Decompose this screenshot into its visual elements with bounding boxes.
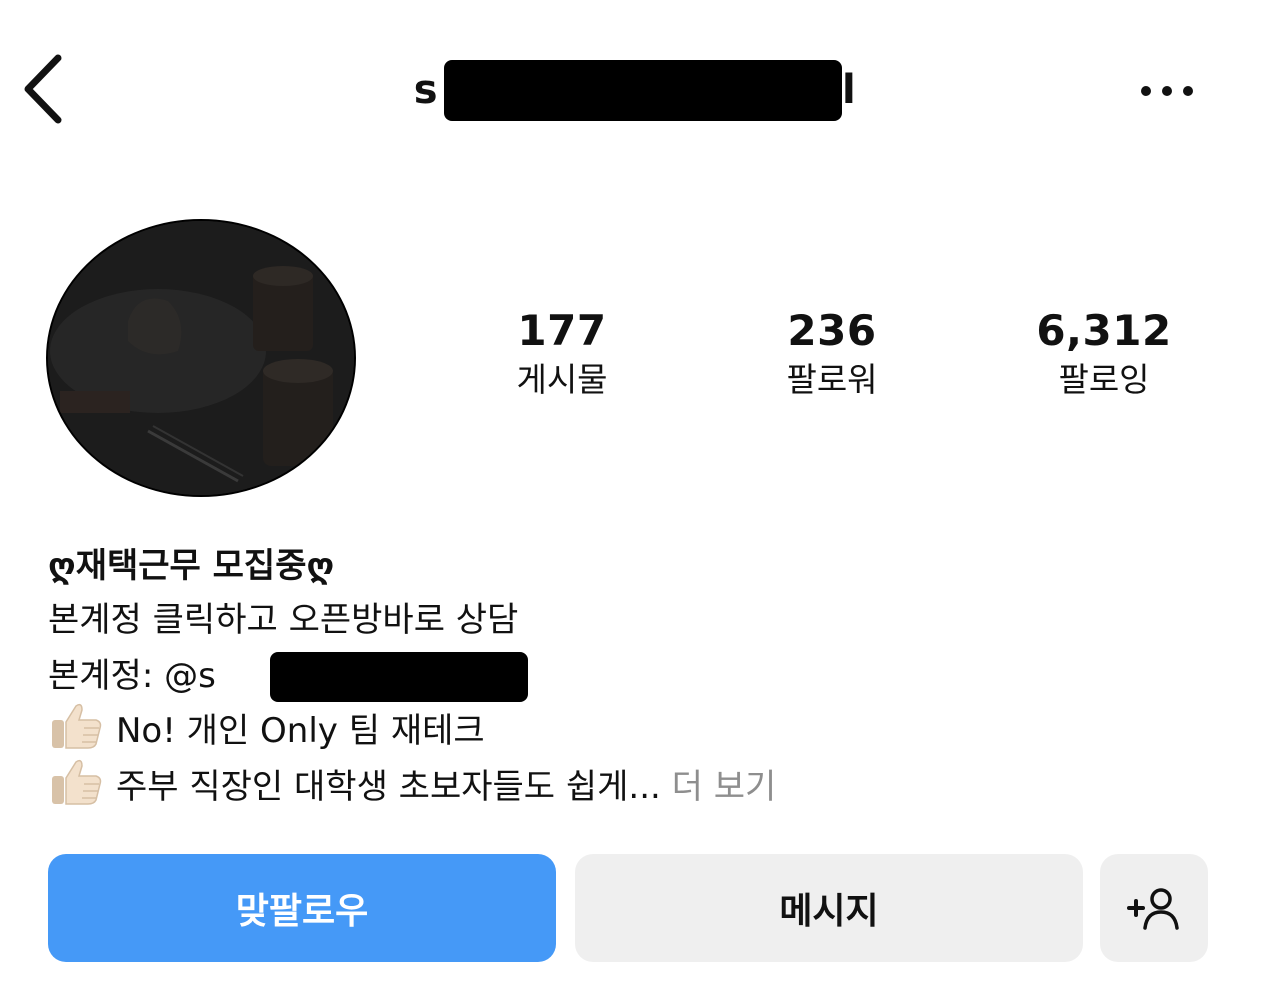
message-button[interactable]: 메시지 <box>575 854 1083 962</box>
posts-label: 게시물 <box>516 360 608 399</box>
username-title: sl <box>0 58 1270 122</box>
bio-line: 주부 직장인 대학생 초보자들도 쉽게... 더 보기 <box>48 756 776 815</box>
handle-redaction <box>270 652 528 702</box>
stat-posts[interactable]: 177 게시물 <box>452 302 672 400</box>
username-end: l <box>842 67 857 113</box>
profile-avatar[interactable] <box>46 219 356 497</box>
add-person-icon <box>1127 888 1179 930</box>
bio-main-account-text: 본계정: @s <box>48 656 216 696</box>
following-label: 팔로잉 <box>1058 360 1150 399</box>
thumbs-up-icon <box>52 703 102 749</box>
bio-line4-text: 주부 직장인 대학생 초보자들도 쉽게... <box>116 767 661 807</box>
stat-following[interactable]: 6,312 팔로잉 <box>994 302 1214 400</box>
suggested-people-button[interactable] <box>1100 854 1208 962</box>
see-more-link[interactable]: 더 보기 <box>672 767 777 807</box>
profile-display-name: ღ재택근무 모집중ღ <box>48 546 335 586</box>
bio-main-account-line[interactable]: 본계정: @s <box>48 648 528 704</box>
thumbs-up-icon <box>52 759 102 805</box>
followers-count: 236 <box>787 306 877 355</box>
bio-line3-text: No! 개인 Only 팀 재테크 <box>116 711 485 751</box>
follow-back-button[interactable]: 맞팔로우 <box>48 854 556 962</box>
username-redaction <box>443 60 843 121</box>
stat-followers[interactable]: 236 팔로워 <box>722 302 942 400</box>
bio-line: 본계정 클릭하고 오픈방바로 상담 <box>48 600 519 640</box>
bio-line: No! 개인 Only 팀 재테크 <box>48 700 485 759</box>
followers-label: 팔로워 <box>786 360 878 399</box>
posts-count: 177 <box>517 306 607 355</box>
more-options-button[interactable] <box>1136 78 1200 104</box>
more-horizontal-icon <box>1141 86 1193 96</box>
following-count: 6,312 <box>1036 306 1172 355</box>
username-start: s <box>413 67 439 113</box>
